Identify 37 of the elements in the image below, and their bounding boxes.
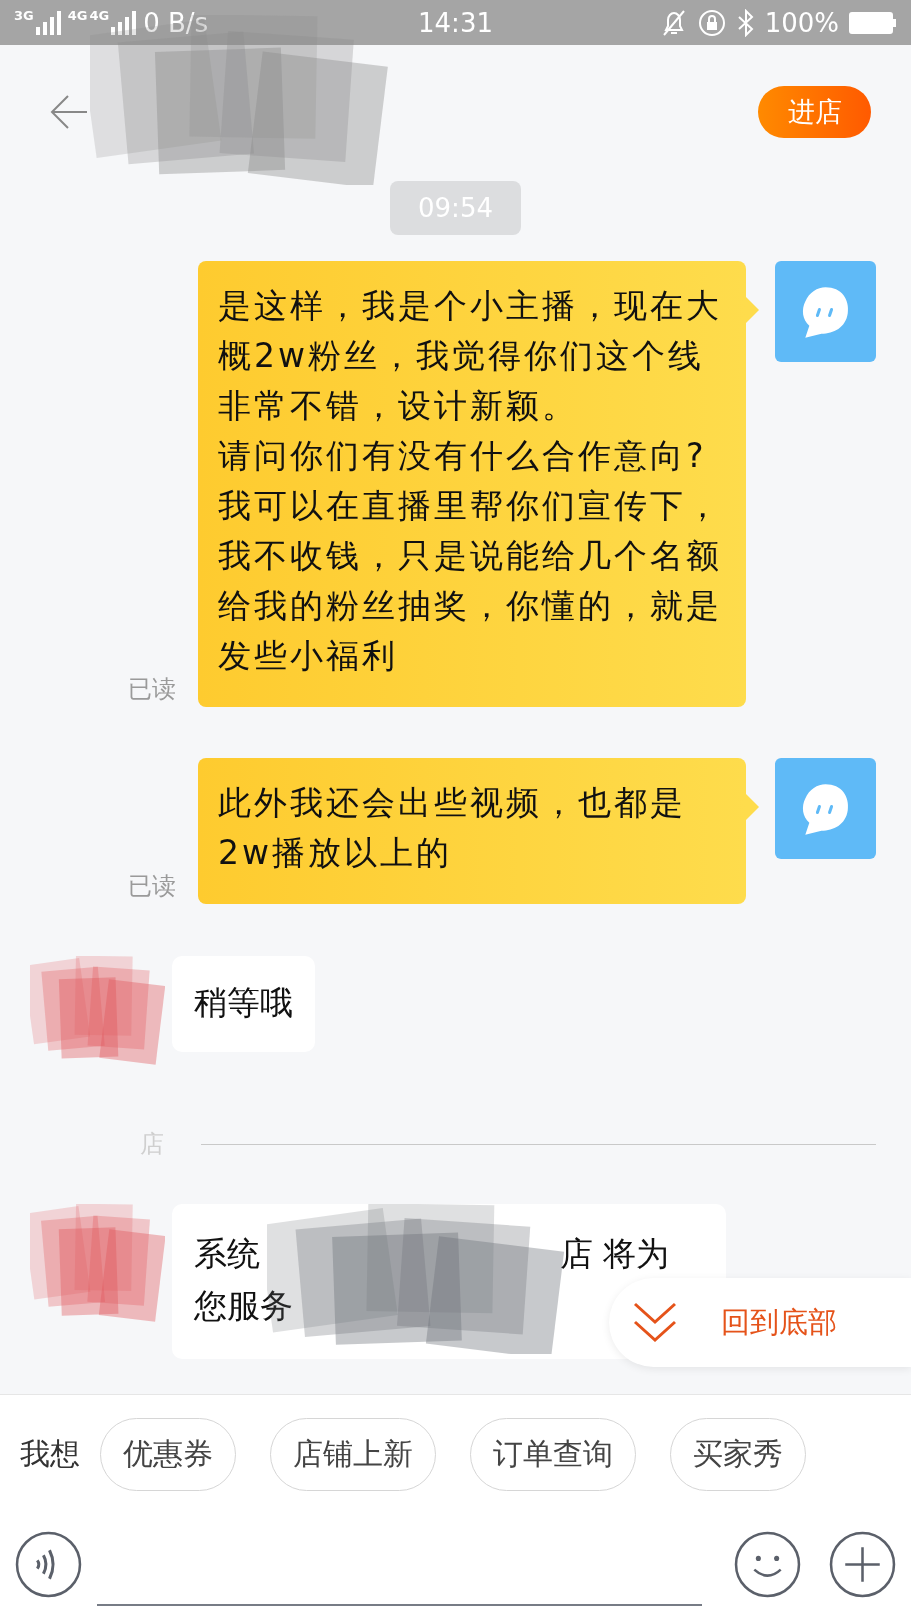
bluetooth-icon xyxy=(736,8,755,37)
bubble-tail xyxy=(746,794,759,820)
bubble-tail xyxy=(746,297,759,323)
message-bubble: 稍等哦 xyxy=(172,956,315,1052)
battery-icon xyxy=(849,11,897,34)
back-arrow-icon[interactable] xyxy=(50,94,88,130)
message-text: 是这样，我是个小主播，现在大概2w粉丝，我觉得你们这个线非常不错，设计新颖。 xyxy=(218,285,723,427)
network-label: 4G xyxy=(67,8,88,23)
signal-icon xyxy=(35,10,62,35)
quick-chip[interactable]: 店铺上新 xyxy=(270,1418,436,1491)
signal-icon xyxy=(111,10,138,35)
rotation-lock-icon xyxy=(696,7,727,38)
avatar-icon xyxy=(775,261,876,362)
read-status: 已读 xyxy=(128,674,176,705)
network-label: 3G xyxy=(14,8,34,23)
message-text: 店 将为 xyxy=(560,1233,670,1275)
back-to-bottom-button[interactable]: 回到底部 xyxy=(609,1278,911,1367)
network-label: 4G xyxy=(89,8,110,23)
message-text: 请问你们有没有什么合作意向? xyxy=(218,435,708,477)
quick-chip[interactable]: 买家秀 xyxy=(670,1418,806,1491)
smiley-icon[interactable] xyxy=(734,1530,801,1598)
quick-chip[interactable]: 优惠券 xyxy=(100,1418,236,1491)
avatar-icon xyxy=(775,758,876,859)
read-status: 已读 xyxy=(128,871,176,902)
voice-icon[interactable] xyxy=(15,1530,82,1598)
message-text: 此外我还会出些视频，也都是2w播放以上的 xyxy=(218,782,687,874)
network-speed: 0 B/s xyxy=(143,7,209,38)
double-chevron-down-icon xyxy=(633,1301,677,1344)
quick-chip[interactable]: 订单查询 xyxy=(470,1418,636,1491)
bell-off-icon xyxy=(660,8,687,37)
quick-label: 我想 xyxy=(20,1435,80,1473)
message-text: 系统 xyxy=(194,1233,260,1275)
message-text: 我可以在直播里帮你们宣传下，我不收钱，只是说能给几个名额给我的粉丝抽奖，你懂的，就是发些小福利 xyxy=(218,485,723,677)
message-text: 您服务 xyxy=(194,1285,293,1327)
plus-icon[interactable] xyxy=(829,1530,896,1598)
battery-percent: 100% xyxy=(764,7,839,38)
clock: 14:31 xyxy=(418,7,493,38)
